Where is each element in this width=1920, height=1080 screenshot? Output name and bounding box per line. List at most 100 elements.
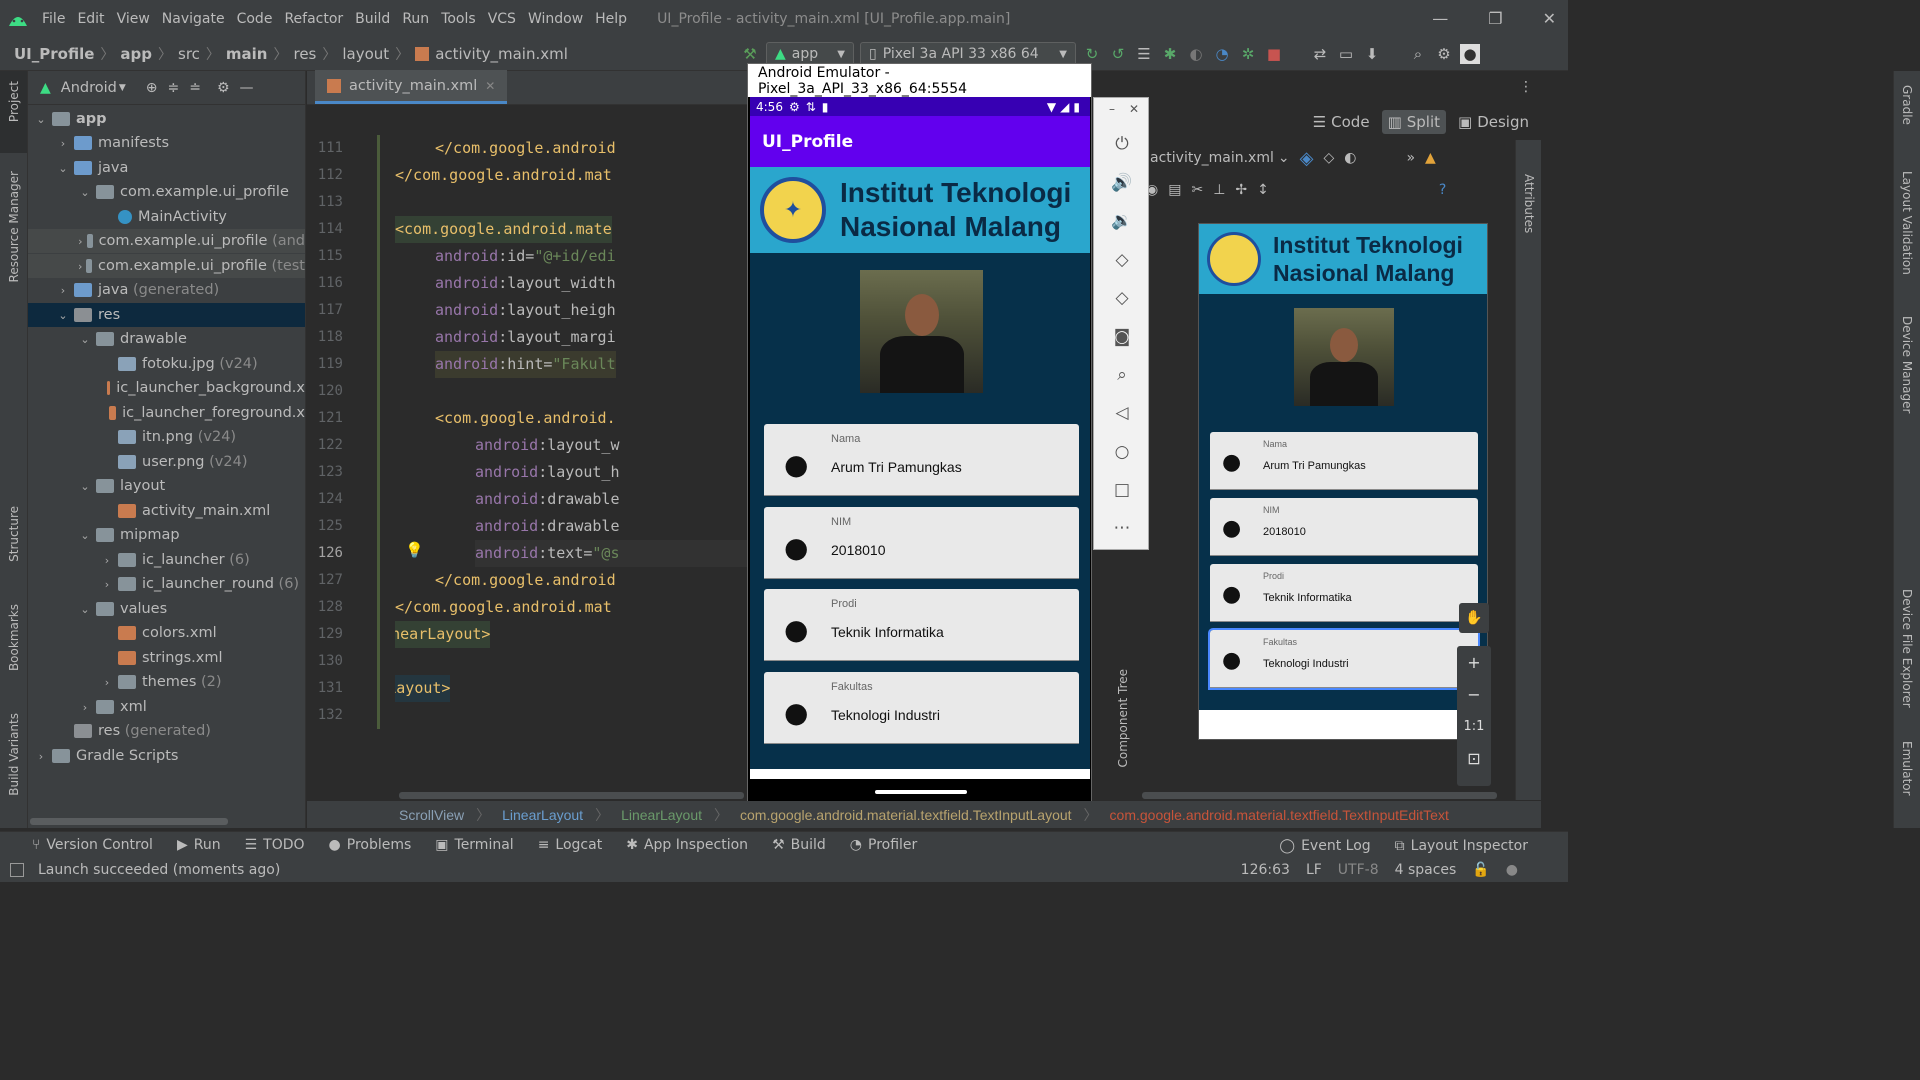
menu-vcs[interactable]: VCS — [482, 11, 522, 27]
tree-item-ic-launcher-round[interactable]: › ic_launcher_round (6) — [28, 572, 305, 596]
back-icon[interactable]: ◁ — [1094, 403, 1150, 423]
gear-icon[interactable]: ⚙ — [217, 80, 230, 96]
constraints-icon[interactable]: ✂ — [1191, 182, 1203, 198]
breadcrumb-app[interactable]: app — [120, 45, 152, 63]
preview-field-nim[interactable]: NIM ● 2018010 — [1210, 498, 1478, 556]
close-icon[interactable]: ✕ — [1543, 9, 1556, 28]
tree-item-colors[interactable]: colors.xml — [28, 621, 305, 645]
help-icon[interactable]: ? — [1439, 182, 1446, 198]
menu-navigate[interactable]: Navigate — [156, 11, 231, 27]
search-icon[interactable]: ⌕ — [1408, 44, 1428, 64]
menu-help[interactable]: Help — [589, 11, 633, 27]
tree-item-mipmap[interactable]: ⌄ mipmap — [28, 523, 305, 547]
camera-icon[interactable]: ◙ — [1094, 327, 1150, 347]
tool-component-tree[interactable]: Component Tree — [1116, 669, 1130, 767]
tool-logcat[interactable]: ≡ Logcat — [538, 837, 603, 853]
zoom-in-button[interactable]: + — [1457, 646, 1491, 678]
mode-design-button[interactable]: ▣ Design — [1452, 110, 1535, 134]
tree-item-activity-main[interactable]: activity_main.xml — [28, 499, 305, 523]
tool-bookmarks[interactable]: Bookmarks — [7, 604, 21, 671]
rotate-left-icon[interactable]: ◇ — [1094, 250, 1150, 270]
sync-icon[interactable]: ⇄ — [1310, 44, 1330, 64]
tool-layout-validation[interactable]: Layout Validation — [1900, 171, 1914, 275]
notifications-icon[interactable]: ● — [1506, 862, 1518, 878]
line-separator[interactable]: LF — [1306, 862, 1322, 878]
zoom-icon[interactable]: ⌕ — [1094, 365, 1150, 385]
field-nim[interactable]: NIM ● 2018010 — [764, 507, 1079, 579]
tree-item-res[interactable]: ⌄ res — [28, 303, 305, 327]
tool-layout-inspector[interactable]: ⧉ Layout Inspector — [1395, 838, 1528, 854]
device-manager-icon[interactable]: ▭ — [1336, 44, 1356, 64]
power-icon[interactable]: ⏻ — [1094, 134, 1150, 154]
tree-item-manifests[interactable]: › manifests — [28, 131, 305, 155]
volume-up-icon[interactable]: 🔊 — [1094, 173, 1150, 193]
crumb-linearlayout-1[interactable]: LinearLayout — [502, 807, 583, 823]
tool-device-manager[interactable]: Device Manager — [1900, 316, 1914, 413]
menu-window[interactable]: Window — [522, 11, 589, 27]
more-chevron-icon[interactable]: » — [1406, 150, 1415, 166]
close-emulator-icon[interactable]: ✕ — [1106, 102, 1162, 116]
orientation-icon[interactable]: ◇ — [1323, 150, 1334, 166]
menu-view[interactable]: View — [111, 11, 156, 27]
crumb-textinputedittext[interactable]: com.google.android.material.textfield.Te… — [1110, 807, 1449, 823]
menu-refactor[interactable]: Refactor — [278, 11, 349, 27]
crumb-linearlayout-2[interactable]: LinearLayout — [621, 807, 702, 823]
coverage-icon[interactable]: ◐ — [1186, 44, 1206, 64]
tree-item-package-test[interactable]: › com.example.ui_profile (test — [28, 254, 305, 278]
tool-emulator[interactable]: Emulator — [1900, 741, 1914, 796]
crumb-scrollview[interactable]: ScrollView — [399, 807, 464, 823]
apply-changes-icon[interactable]: ↺ — [1108, 44, 1128, 64]
rotate-right-icon[interactable]: ◇ — [1094, 288, 1150, 308]
breadcrumb-project[interactable]: UI_Profile — [14, 45, 94, 63]
mode-code-button[interactable]: ☰ Code — [1307, 110, 1376, 134]
tree-item-themes[interactable]: › themes (2) — [28, 670, 305, 694]
tree-item-strings[interactable]: strings.xml — [28, 646, 305, 670]
gesture-nav-bar[interactable] — [875, 790, 967, 794]
stop-icon[interactable]: ■ — [1264, 44, 1284, 64]
tool-project[interactable]: Project — [7, 81, 21, 122]
caret-position[interactable]: 126:63 — [1241, 862, 1290, 878]
apply-code-icon[interactable]: ☰ — [1134, 44, 1154, 64]
overview-icon[interactable]: □ — [1094, 480, 1150, 500]
restore-icon[interactable]: ❐ — [1488, 9, 1502, 28]
menu-edit[interactable]: Edit — [71, 11, 110, 27]
sdk-manager-icon[interactable]: ⬇ — [1362, 44, 1382, 64]
night-mode-icon[interactable]: ◐ — [1344, 150, 1356, 166]
menu-build[interactable]: Build — [349, 11, 396, 27]
field-fakultas[interactable]: Fakultas ● Teknologi Industri — [764, 672, 1079, 744]
layers-icon[interactable]: ◈ — [1300, 148, 1314, 169]
breadcrumb-main[interactable]: main — [226, 45, 268, 63]
tool-device-file-explorer[interactable]: Device File Explorer — [1900, 589, 1914, 708]
blueprint-icon[interactable]: ▤ — [1168, 182, 1181, 198]
volume-down-icon[interactable]: 🔉 — [1094, 211, 1150, 231]
tree-item-java-generated[interactable]: › java (generated) — [28, 278, 305, 302]
settings-icon[interactable]: ⚙ — [1434, 44, 1454, 64]
pan-button[interactable]: ✋ — [1459, 603, 1489, 633]
tool-structure[interactable]: Structure — [7, 506, 21, 562]
tree-item-itn[interactable]: itn.png (v24) — [28, 425, 305, 449]
tool-terminal[interactable]: ▣ Terminal — [435, 837, 513, 853]
field-nama[interactable]: Nama ● Arum Tri Pamungkas — [764, 424, 1079, 496]
menu-run[interactable]: Run — [396, 11, 435, 27]
tool-attributes[interactable]: Attributes — [1522, 174, 1536, 233]
tool-gradle[interactable]: Gradle — [1900, 85, 1914, 125]
emulator-screen[interactable]: 4:56 ⚙ ⇅ ▮ ▼ ◢ ▮ UI_Profile ✦ Institut T… — [750, 97, 1090, 800]
tool-resource-manager[interactable]: Resource Manager — [7, 171, 21, 282]
tool-run[interactable]: ▶ Run — [177, 837, 221, 853]
target-icon[interactable]: ⊕ — [146, 80, 158, 96]
debug-icon[interactable]: ✱ — [1160, 44, 1180, 64]
tool-problems[interactable]: ● Problems — [329, 837, 412, 853]
zoom-fit-icon[interactable]: ⊡ — [1457, 742, 1491, 774]
tree-item-gradle-scripts[interactable]: › Gradle Scripts — [28, 744, 305, 768]
project-horizontal-scrollbar[interactable] — [30, 818, 228, 825]
pack-icon[interactable]: ✢ — [1235, 182, 1247, 198]
tool-build-variants[interactable]: Build Variants — [7, 713, 21, 796]
tool-app-inspection[interactable]: ✱ App Inspection — [626, 837, 748, 853]
menu-code[interactable]: Code — [231, 11, 279, 27]
tree-item-app[interactable]: ⌄ app — [28, 107, 305, 131]
tree-item-ic-launcher-background[interactable]: ic_launcher_background.x — [28, 376, 305, 400]
hide-icon[interactable]: — — [240, 80, 254, 96]
tool-todo[interactable]: ☰ TODO — [245, 837, 305, 853]
tree-item-layout[interactable]: ⌄ layout — [28, 474, 305, 498]
breadcrumb-file[interactable]: activity_main.xml — [415, 45, 568, 63]
